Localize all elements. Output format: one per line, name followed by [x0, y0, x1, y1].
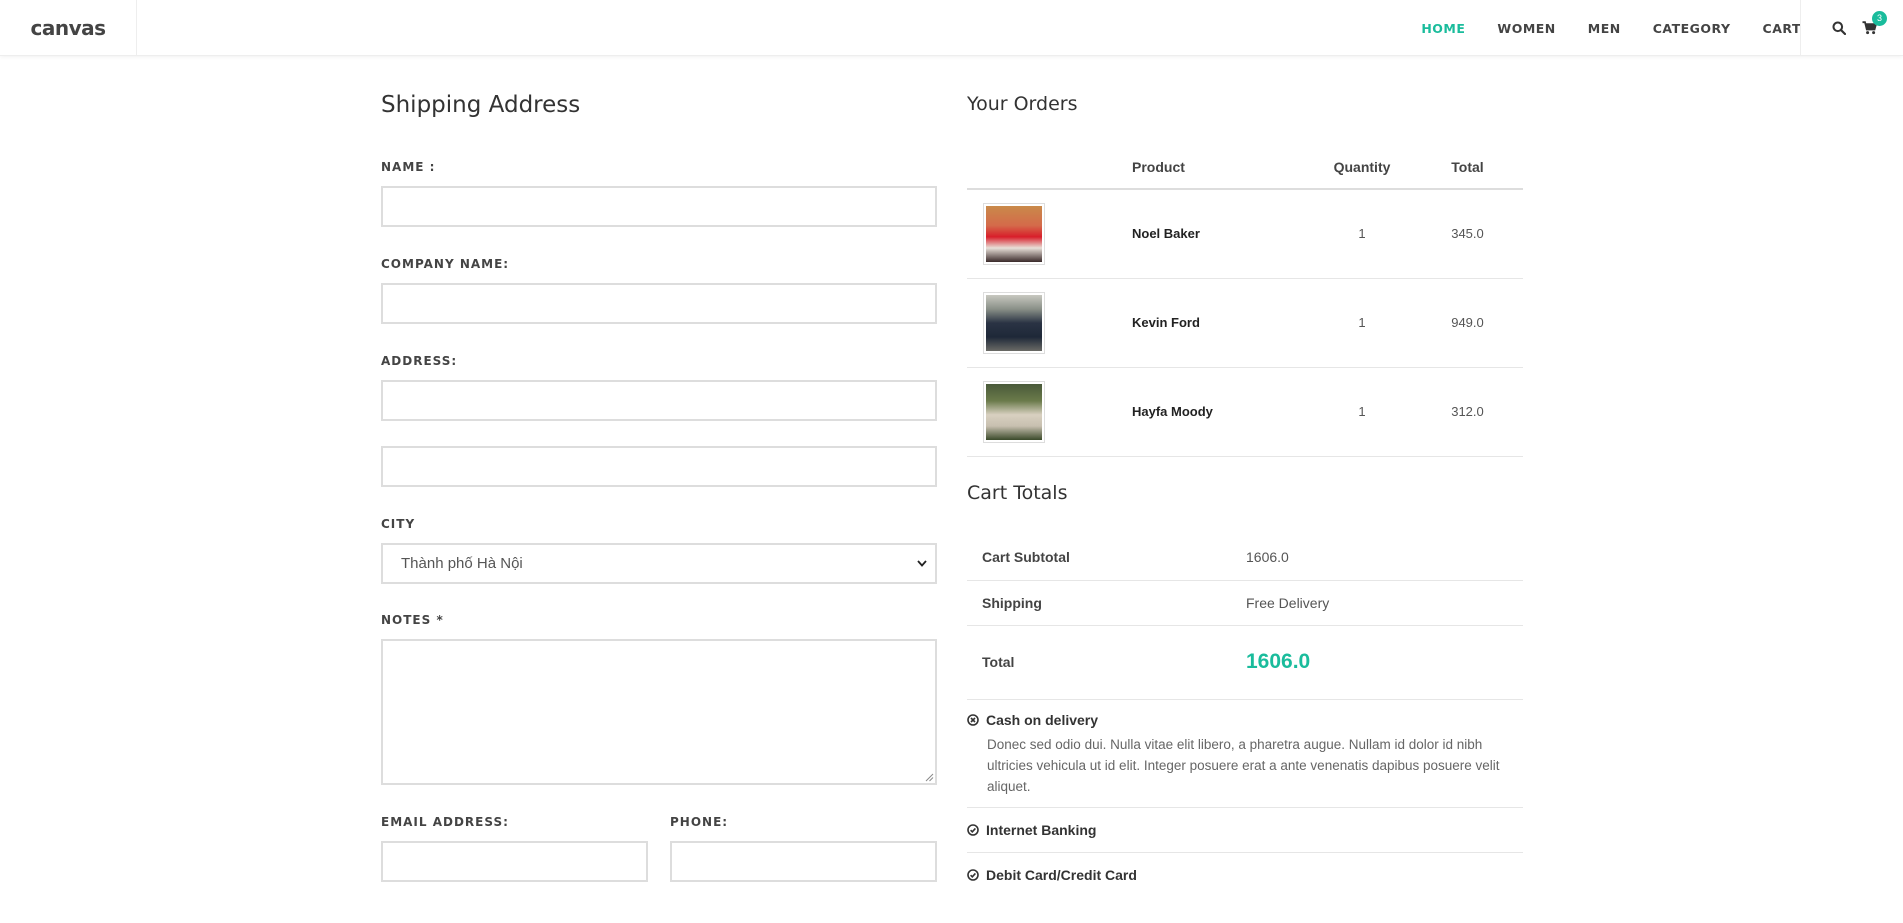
nav-category[interactable]: CATEGORY	[1653, 21, 1731, 36]
notes-label: NOTES *	[381, 613, 444, 627]
payment-method-internet-banking[interactable]: Internet Banking	[967, 808, 1523, 853]
nav-home[interactable]: HOME	[1421, 21, 1465, 36]
product-name[interactable]: Kevin Ford	[1132, 315, 1200, 330]
shipping-label: Shipping	[967, 580, 1246, 626]
header-icons: 3	[1800, 0, 1903, 56]
nav-cart[interactable]: CART	[1763, 21, 1801, 36]
orders-table: Product Quantity Total Noel Baker 1 345.…	[967, 145, 1523, 457]
main-nav: HOME WOMEN MEN CATEGORY CART	[1389, 0, 1801, 56]
site-header: canvas HOME WOMEN MEN CATEGORY CART 3	[0, 0, 1903, 56]
email-label: EMAIL ADDRESS:	[381, 815, 509, 829]
payment-method-cash[interactable]: Cash on delivery Donec sed odio dui. Nul…	[967, 698, 1523, 808]
orders-header-total: Total	[1412, 145, 1523, 190]
address-label: ADDRESS:	[381, 354, 458, 368]
cart-totals-table: Cart Subtotal 1606.0 Shipping Free Deliv…	[967, 535, 1523, 700]
company-input[interactable]	[381, 283, 937, 324]
orders-header-thumb	[967, 145, 1132, 190]
product-total: 949.0	[1412, 278, 1523, 368]
city-select-value: Thành phố Hà Nội	[401, 555, 523, 572]
totals-row-total: Total 1606.0	[967, 625, 1523, 700]
cart-icon[interactable]: 3	[1861, 11, 1887, 36]
circle-check-icon	[967, 869, 979, 881]
chevron-down-icon	[917, 560, 927, 567]
product-total: 345.0	[1412, 189, 1523, 279]
address-line2-input[interactable]	[381, 446, 937, 487]
orders-header-product: Product	[1132, 145, 1312, 190]
orders-title: Your Orders	[967, 93, 1078, 115]
subtotal-label: Cart Subtotal	[967, 535, 1246, 581]
shipping-value: Free Delivery	[1246, 580, 1523, 626]
company-label: COMPANY NAME:	[381, 257, 510, 271]
product-quantity: 1	[1312, 367, 1412, 457]
city-select[interactable]: Thành phố Hà Nội	[381, 543, 937, 584]
circle-x-icon	[967, 714, 979, 726]
product-quantity: 1	[1312, 278, 1412, 368]
payment-method-description: Donec sed odio dui. Nulla vitae elit lib…	[987, 737, 1500, 794]
table-row: Noel Baker 1 345.0	[967, 189, 1523, 279]
name-input[interactable]	[381, 186, 937, 227]
total-label: Total	[967, 625, 1246, 700]
table-row: Kevin Ford 1 949.0	[967, 278, 1523, 368]
phone-label: PHONE:	[670, 815, 729, 829]
subtotal-value: 1606.0	[1246, 535, 1523, 581]
phone-input[interactable]	[670, 841, 937, 882]
address-line1-input[interactable]	[381, 380, 937, 421]
product-quantity: 1	[1312, 189, 1412, 279]
email-input[interactable]	[381, 841, 648, 882]
cart-count-badge: 3	[1872, 11, 1887, 26]
resize-handle-icon[interactable]	[924, 772, 934, 782]
orders-header-row: Product Quantity Total	[967, 145, 1523, 190]
logo-container[interactable]: canvas	[0, 0, 137, 56]
payment-method-label: Internet Banking	[986, 822, 1097, 838]
search-icon[interactable]	[1831, 20, 1847, 36]
cart-totals-title: Cart Totals	[967, 482, 1068, 504]
notes-textarea[interactable]	[381, 639, 937, 785]
payment-method-label: Debit Card/Credit Card	[986, 867, 1137, 883]
city-label: CITY	[381, 517, 416, 531]
product-thumbnail[interactable]	[983, 202, 1045, 265]
table-row: Hayfa Moody 1 312.0	[967, 367, 1523, 457]
nav-women[interactable]: WOMEN	[1497, 21, 1555, 36]
product-thumbnail[interactable]	[983, 291, 1045, 354]
total-value: 1606.0	[1246, 650, 1311, 673]
payment-method-card[interactable]: Debit Card/Credit Card	[967, 853, 1523, 897]
circle-check-icon	[967, 824, 979, 836]
nav-men[interactable]: MEN	[1588, 21, 1621, 36]
payment-method-label: Cash on delivery	[986, 712, 1099, 728]
totals-row-subtotal: Cart Subtotal 1606.0	[967, 535, 1523, 581]
orders-header-quantity: Quantity	[1312, 145, 1412, 190]
shipping-title: Shipping Address	[381, 92, 581, 118]
product-total: 312.0	[1412, 367, 1523, 457]
product-name[interactable]: Noel Baker	[1132, 226, 1200, 241]
payment-methods: Cash on delivery Donec sed odio dui. Nul…	[967, 698, 1523, 897]
name-label: NAME :	[381, 160, 436, 174]
product-name[interactable]: Hayfa Moody	[1132, 404, 1213, 419]
logo[interactable]: canvas	[30, 16, 106, 40]
product-thumbnail[interactable]	[983, 380, 1045, 443]
totals-row-shipping: Shipping Free Delivery	[967, 580, 1523, 626]
